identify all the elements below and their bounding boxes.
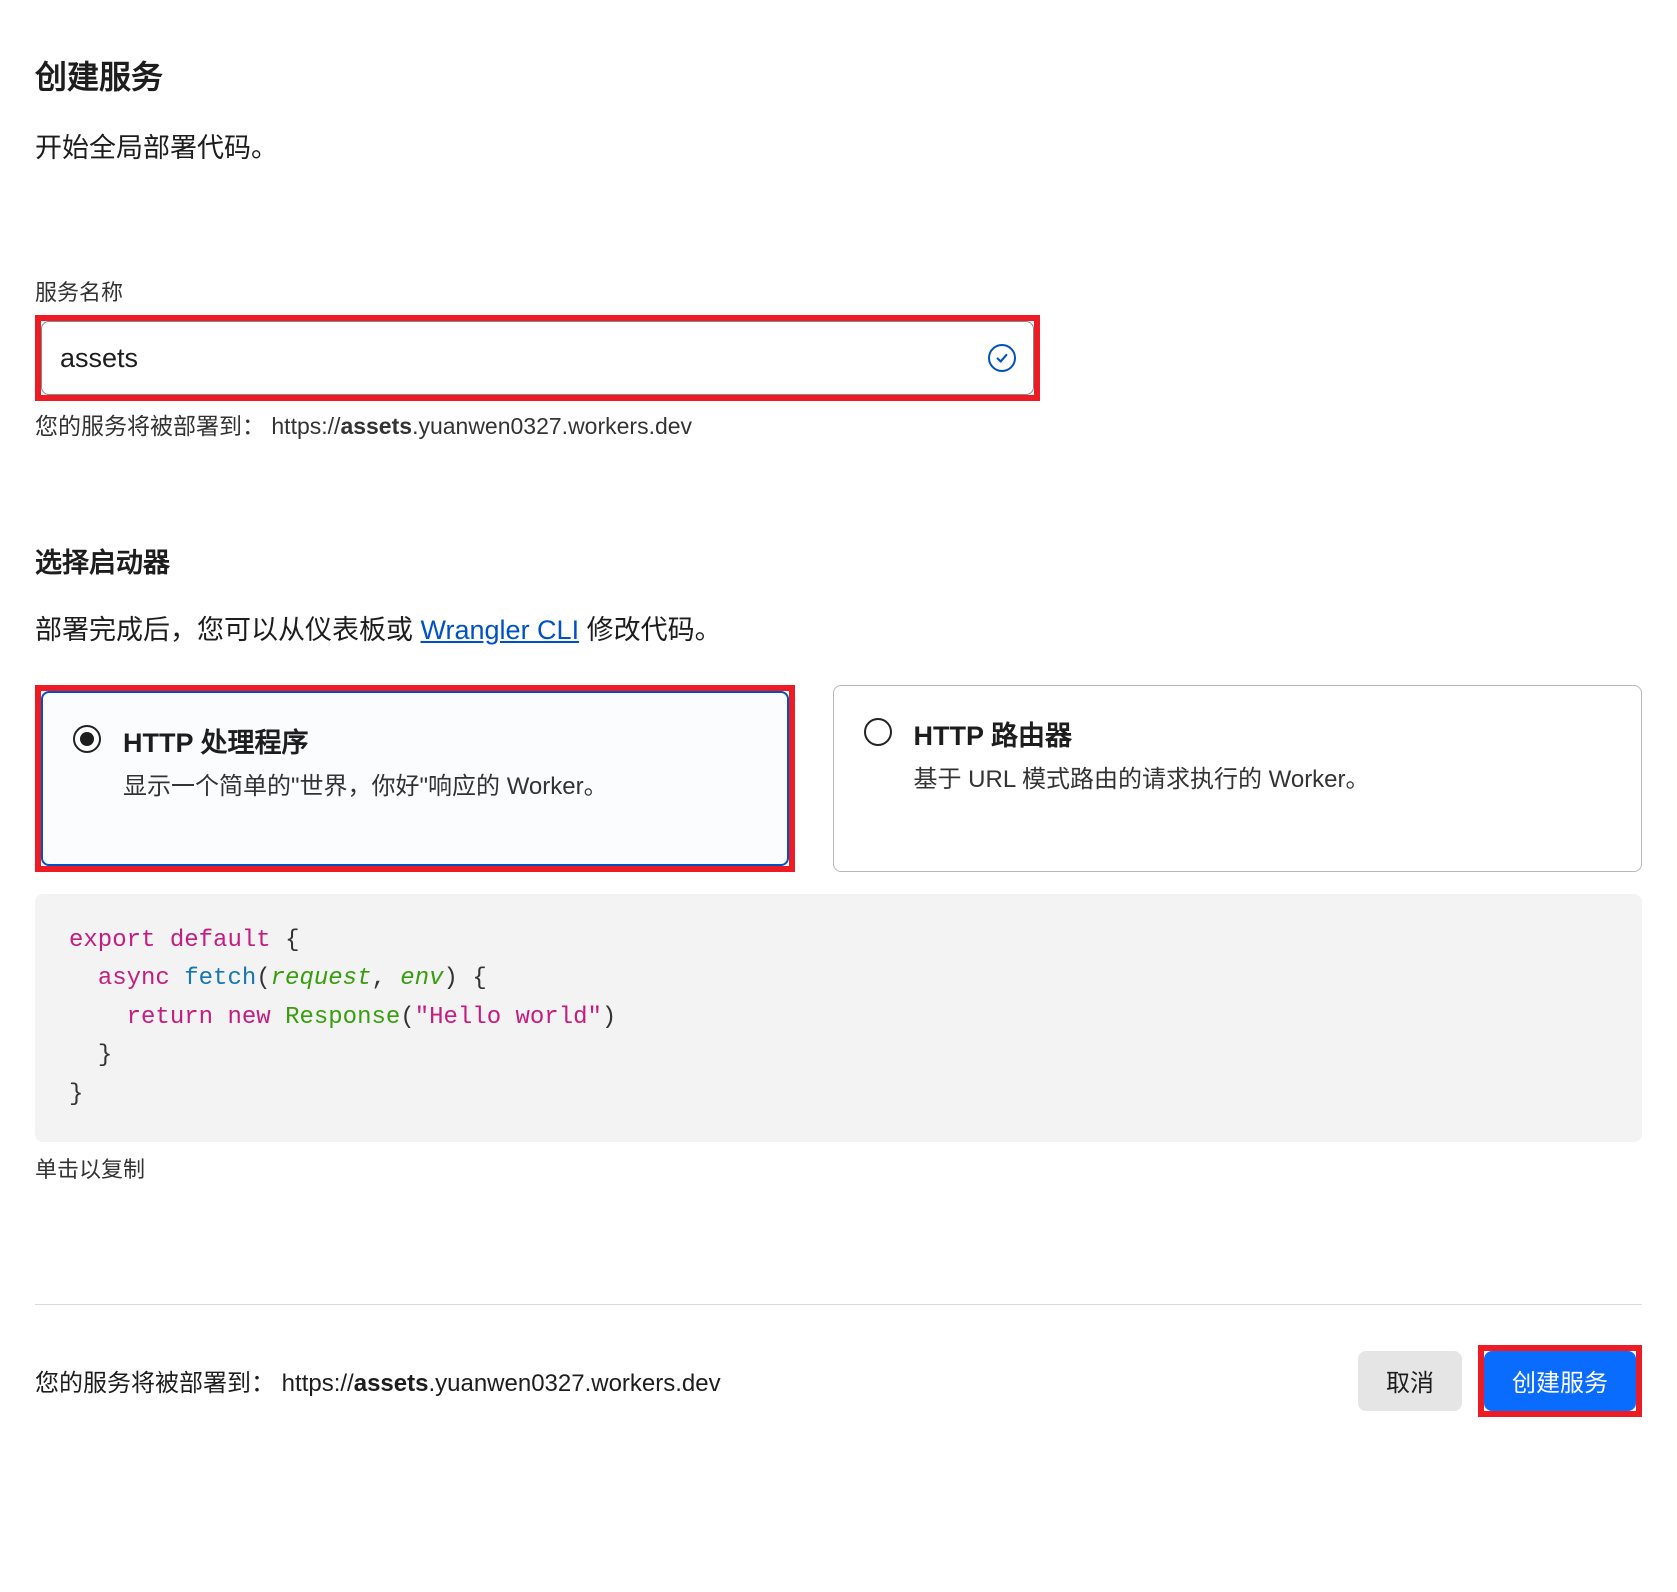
footer-divider bbox=[35, 1304, 1642, 1305]
code-kw-return: return bbox=[127, 1004, 213, 1031]
page-title: 创建服务 bbox=[35, 52, 1642, 98]
code-kw-new: new bbox=[227, 1004, 270, 1031]
code-param-env: env bbox=[400, 965, 443, 992]
option-http-handler-highlight: HTTP 处理程序 显示一个简单的"世界，你好"响应的 Worker。 bbox=[35, 685, 795, 872]
starter-title: 选择启动器 bbox=[35, 541, 1642, 580]
radio-icon bbox=[864, 718, 892, 746]
footer-url-post: .yuanwen0327.workers.dev bbox=[428, 1370, 720, 1397]
footer-deploy-hint: 您的服务将被部署到： https://assets.yuanwen0327.wo… bbox=[35, 1363, 721, 1398]
footer-url-bold: assets bbox=[354, 1370, 429, 1397]
starter-subtitle-pre: 部署完成后，您可以从仪表板或 bbox=[35, 615, 421, 645]
code-param-request: request bbox=[271, 965, 372, 992]
page-subtitle: 开始全局部署代码。 bbox=[35, 126, 1642, 165]
footer-url-pre: https:// bbox=[282, 1370, 354, 1397]
code-fn-fetch: fetch bbox=[184, 965, 256, 992]
create-service-button[interactable]: 创建服务 bbox=[1484, 1351, 1636, 1411]
service-name-label: 服务名称 bbox=[35, 275, 1642, 307]
wrangler-cli-link[interactable]: Wrangler CLI bbox=[421, 615, 580, 645]
cancel-button[interactable]: 取消 bbox=[1358, 1351, 1462, 1411]
option-http-router[interactable]: HTTP 路由器 基于 URL 模式路由的请求执行的 Worker。 bbox=[833, 685, 1643, 872]
code-preview[interactable]: export default { async fetch(request, en… bbox=[35, 894, 1642, 1142]
service-name-input[interactable] bbox=[41, 321, 1034, 395]
deploy-url-bold: assets bbox=[340, 413, 412, 439]
deploy-url-post: .yuanwen0327.workers.dev bbox=[412, 413, 692, 439]
code-str-hello: "Hello world" bbox=[415, 1004, 602, 1031]
footer-actions: 取消 创建服务 bbox=[1358, 1345, 1642, 1417]
valid-check-icon bbox=[988, 344, 1016, 372]
footer-hint-prefix: 您的服务将被部署到： bbox=[35, 1370, 275, 1397]
option-desc: 显示一个简单的"世界，你好"响应的 Worker。 bbox=[123, 770, 757, 804]
option-title: HTTP 处理程序 bbox=[123, 721, 757, 760]
create-button-highlight: 创建服务 bbox=[1478, 1345, 1642, 1417]
starter-subtitle-post: 修改代码。 bbox=[579, 615, 722, 645]
option-title: HTTP 路由器 bbox=[914, 714, 1612, 753]
service-name-input-highlight bbox=[35, 315, 1040, 401]
code-cls-response: Response bbox=[285, 1004, 400, 1031]
footer-row: 您的服务将被部署到： https://assets.yuanwen0327.wo… bbox=[35, 1345, 1642, 1417]
code-kw-export: export bbox=[69, 927, 155, 954]
option-http-handler[interactable]: HTTP 处理程序 显示一个简单的"世界，你好"响应的 Worker。 bbox=[41, 691, 789, 866]
starter-options-row: HTTP 处理程序 显示一个简单的"世界，你好"响应的 Worker。 HTTP… bbox=[35, 685, 1642, 872]
option-desc: 基于 URL 模式路由的请求执行的 Worker。 bbox=[914, 763, 1612, 797]
code-kw-default: default bbox=[170, 927, 271, 954]
deploy-url-pre: https:// bbox=[271, 413, 340, 439]
copy-hint: 单击以复制 bbox=[35, 1152, 1642, 1184]
deploy-hint-prefix: 您的服务将被部署到： bbox=[35, 413, 265, 439]
radio-icon bbox=[73, 725, 101, 753]
code-kw-async: async bbox=[98, 965, 170, 992]
service-name-deploy-hint: 您的服务将被部署到： https://assets.yuanwen0327.wo… bbox=[35, 407, 1642, 441]
starter-subtitle: 部署完成后，您可以从仪表板或 Wrangler CLI 修改代码。 bbox=[35, 608, 1642, 647]
